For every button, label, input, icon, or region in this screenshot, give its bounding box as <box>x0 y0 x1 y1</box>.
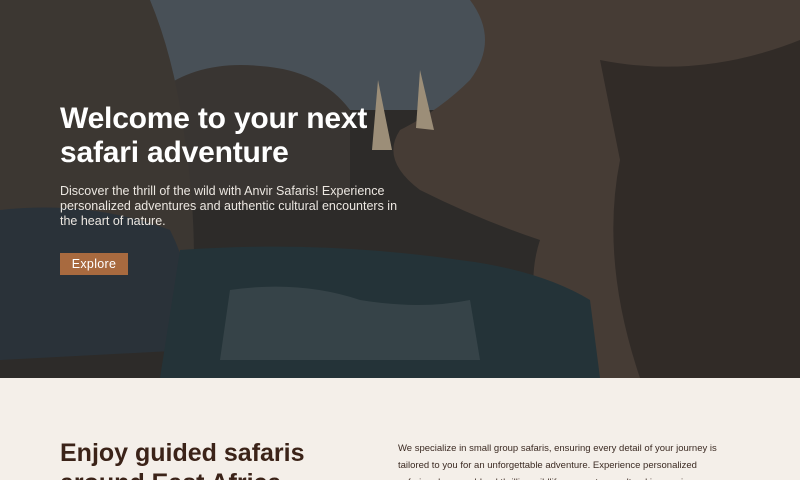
hero-content: Welcome to your next safari adventure Di… <box>60 102 420 275</box>
hero-subtitle: Discover the thrill of the wild with Anv… <box>60 184 398 228</box>
hero-title-line2: safari adventure <box>60 136 289 169</box>
hero-title-line1: Welcome to your next <box>60 102 368 135</box>
about-title: Enjoy guided safaris around East Africa <box>60 439 305 480</box>
explore-button[interactable]: Explore <box>60 253 128 275</box>
about-section: Enjoy guided safaris around East Africa … <box>0 378 800 480</box>
hero-title: Welcome to your next safari adventure <box>60 102 420 170</box>
hero-section: Welcome to your next safari adventure Di… <box>0 0 800 378</box>
about-text: We specialize in small group safaris, en… <box>398 443 717 480</box>
